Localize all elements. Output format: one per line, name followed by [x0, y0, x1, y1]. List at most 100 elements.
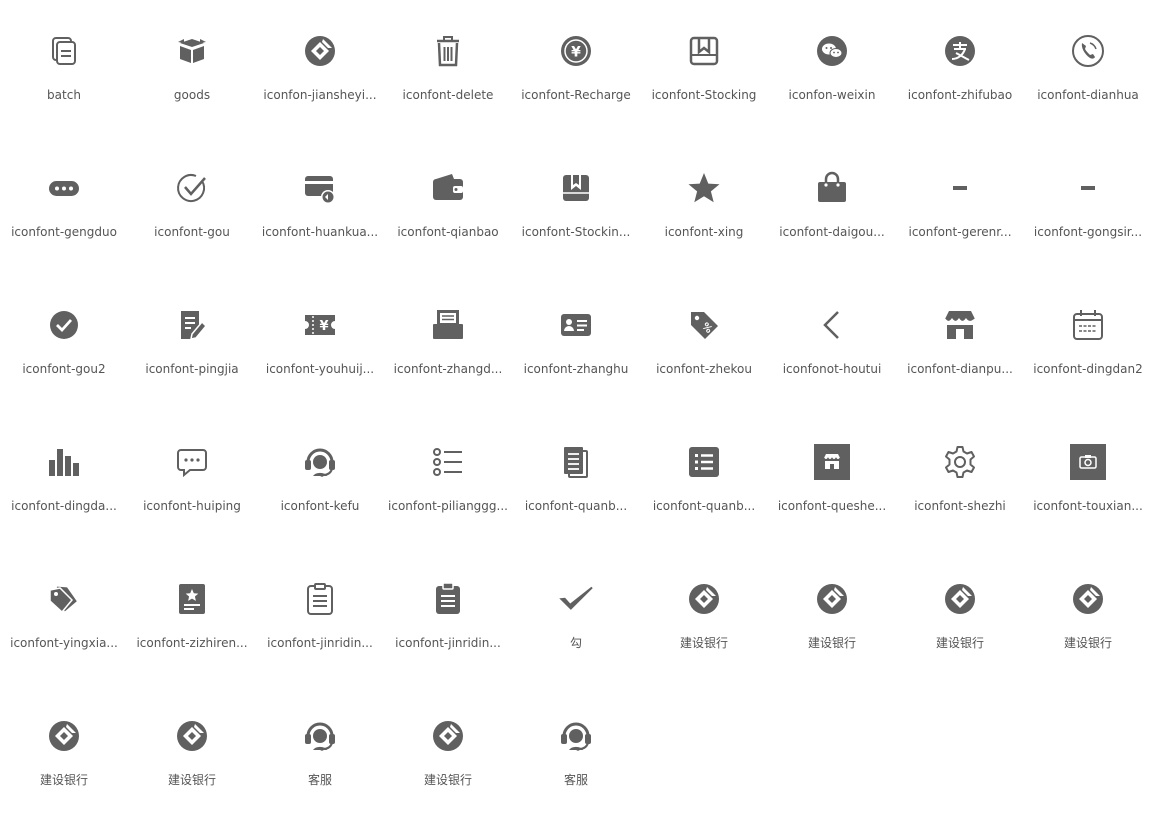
chevron-left-icon [814, 307, 850, 343]
icon-tile[interactable]: iconfont-dianhua [1024, 0, 1152, 137]
icon-tile[interactable]: iconfont-gou2 [0, 274, 128, 411]
icon-tile[interactable]: iconfont-jinridin... [256, 548, 384, 685]
icon-label: iconfont-kefu [280, 499, 360, 513]
icon-label: iconfont-delete [402, 88, 494, 102]
list-square-icon [686, 444, 722, 480]
icon-tile[interactable]: 客服 [256, 685, 384, 822]
icon-tile[interactable]: iconfont-pingjia [128, 274, 256, 411]
icon-tile[interactable]: 勾 [512, 548, 640, 685]
icon-label: iconfon-weixin [788, 88, 876, 102]
icon-tile[interactable]: 客服 [512, 685, 640, 822]
yen-coin-icon: ¥ [558, 33, 594, 69]
icon-label: iconfonot-houtui [782, 362, 882, 376]
icon-tile[interactable]: % iconfont-zhekou [640, 274, 768, 411]
icon-label: iconfont-pilianggg... [388, 499, 508, 513]
icon-tile[interactable]: ¥ iconfont-Recharge [512, 0, 640, 137]
icon-tile[interactable]: 建设银行 [896, 548, 1024, 685]
icon-tile[interactable]: 建设银行 [1024, 548, 1152, 685]
trash-can-icon [430, 33, 466, 69]
icon-label: iconfont-daigou... [779, 225, 885, 239]
icon-tile[interactable]: iconfont-gengduo [0, 137, 128, 274]
minus-icon [1070, 170, 1106, 206]
card-repay-icon [302, 170, 338, 206]
icon-tile[interactable]: iconfont-shezhi [896, 411, 1024, 548]
list-bullets-icon [430, 444, 466, 480]
icon-label: 建设银行 [1063, 636, 1112, 650]
icon-tile[interactable]: iconfont-daigou... [768, 137, 896, 274]
icon-label: iconfont-gongsir... [1033, 225, 1143, 239]
icon-tile[interactable]: iconfont-gerenr... [896, 137, 1024, 274]
icon-tile[interactable]: iconfont-queshe... [768, 411, 896, 548]
icon-tile[interactable]: batch [0, 0, 128, 137]
certificate-star-icon [174, 581, 210, 617]
headset-support-icon [302, 444, 338, 480]
icon-label: iconfont-zizhiren... [136, 636, 248, 650]
icon-tile[interactable]: iconfon-weixin [768, 0, 896, 137]
icon-label: 客服 [307, 773, 332, 787]
documents-stack-icon [558, 444, 594, 480]
icon-tile[interactable]: 建设银行 [640, 548, 768, 685]
icon-label: iconfont-gou [154, 225, 230, 239]
icon-tile[interactable]: iconfont-zhanghu [512, 274, 640, 411]
icon-tile[interactable]: iconfont-jinridin... [384, 548, 512, 685]
icon-tile[interactable]: iconfont-dingda... [0, 411, 128, 548]
icon-label: iconfont-quanb... [524, 499, 628, 513]
icon-tile[interactable]: iconfont-qianbao [384, 137, 512, 274]
shopping-bag-icon [814, 170, 850, 206]
icon-tile[interactable]: iconfont-dingdan2 [1024, 274, 1152, 411]
alipay-icon [942, 33, 978, 69]
icon-tile[interactable]: 建设银行 [128, 685, 256, 822]
icon-tile[interactable]: iconfont-huiping [128, 411, 256, 548]
icon-tile[interactable]: iconfonot-houtui [768, 274, 896, 411]
icon-tile[interactable]: iconfont-kefu [256, 411, 384, 548]
clipboard-solid-icon [430, 581, 466, 617]
icon-tile[interactable]: iconfont-huankua... [256, 137, 384, 274]
icon-tile[interactable]: iconfont-touxian... [1024, 411, 1152, 548]
icon-label: 客服 [563, 773, 588, 787]
ccb-bank-logo-icon [302, 33, 338, 69]
icon-grid: batch goods iconfon-jiansheyi... iconfont-d… [0, 0, 1152, 822]
bill-box-icon [430, 307, 466, 343]
icon-tile[interactable]: iconfont-zhangd... [384, 274, 512, 411]
icon-label: 建设银行 [679, 636, 728, 650]
icon-tile[interactable]: iconfont-zhifubao [896, 0, 1024, 137]
icon-tile[interactable]: iconfont-gongsir... [1024, 137, 1152, 274]
icon-tile[interactable]: 建设银行 [768, 548, 896, 685]
icon-tile[interactable]: iconfont-quanb... [640, 411, 768, 548]
icon-label: 建设银行 [423, 773, 472, 787]
icon-tile[interactable]: iconfont-dianpu... [896, 274, 1024, 411]
clipboard-outline-icon [302, 581, 338, 617]
icon-tile[interactable]: iconfont-Stocking [640, 0, 768, 137]
icon-label: iconfont-touxian... [1033, 499, 1143, 513]
checkmark-icon [558, 581, 594, 617]
icon-tile[interactable]: goods [128, 0, 256, 137]
package-box-icon [174, 33, 210, 69]
icon-tile[interactable]: iconfon-jiansheyi... [256, 0, 384, 137]
icon-tile[interactable]: iconfont-delete [384, 0, 512, 137]
icon-label: iconfont-xing [664, 225, 744, 239]
edit-document-icon [174, 307, 210, 343]
bookmark-solid-icon [558, 170, 594, 206]
icon-tile[interactable]: iconfont-yingxia... [0, 548, 128, 685]
headset-support-icon [302, 718, 338, 754]
icon-tile[interactable]: iconfont-gou [128, 137, 256, 274]
icon-tile[interactable]: iconfont-zizhiren... [128, 548, 256, 685]
ccb-bank-logo-icon [942, 581, 978, 617]
check-circle-solid-icon [46, 307, 82, 343]
phone-icon [1070, 33, 1106, 69]
calendar-icon [1070, 307, 1106, 343]
svg-text:¥: ¥ [571, 45, 581, 61]
icon-tile[interactable]: ¥ iconfont-youhuij... [256, 274, 384, 411]
icon-label: goods [173, 88, 211, 102]
icon-label: iconfont-youhuij... [265, 362, 375, 376]
ccb-bank-logo-icon [1070, 581, 1106, 617]
icon-label: iconfont-gerenr... [908, 225, 1012, 239]
icon-tile[interactable]: iconfont-pilianggg... [384, 411, 512, 548]
icon-tile[interactable]: 建设银行 [0, 685, 128, 822]
icon-tile[interactable]: 建设银行 [384, 685, 512, 822]
icon-tile[interactable]: iconfont-Stockin... [512, 137, 640, 274]
wechat-icon [814, 33, 850, 69]
icon-label: iconfont-jinridin... [267, 636, 373, 650]
icon-tile[interactable]: iconfont-xing [640, 137, 768, 274]
icon-tile[interactable]: iconfont-quanb... [512, 411, 640, 548]
